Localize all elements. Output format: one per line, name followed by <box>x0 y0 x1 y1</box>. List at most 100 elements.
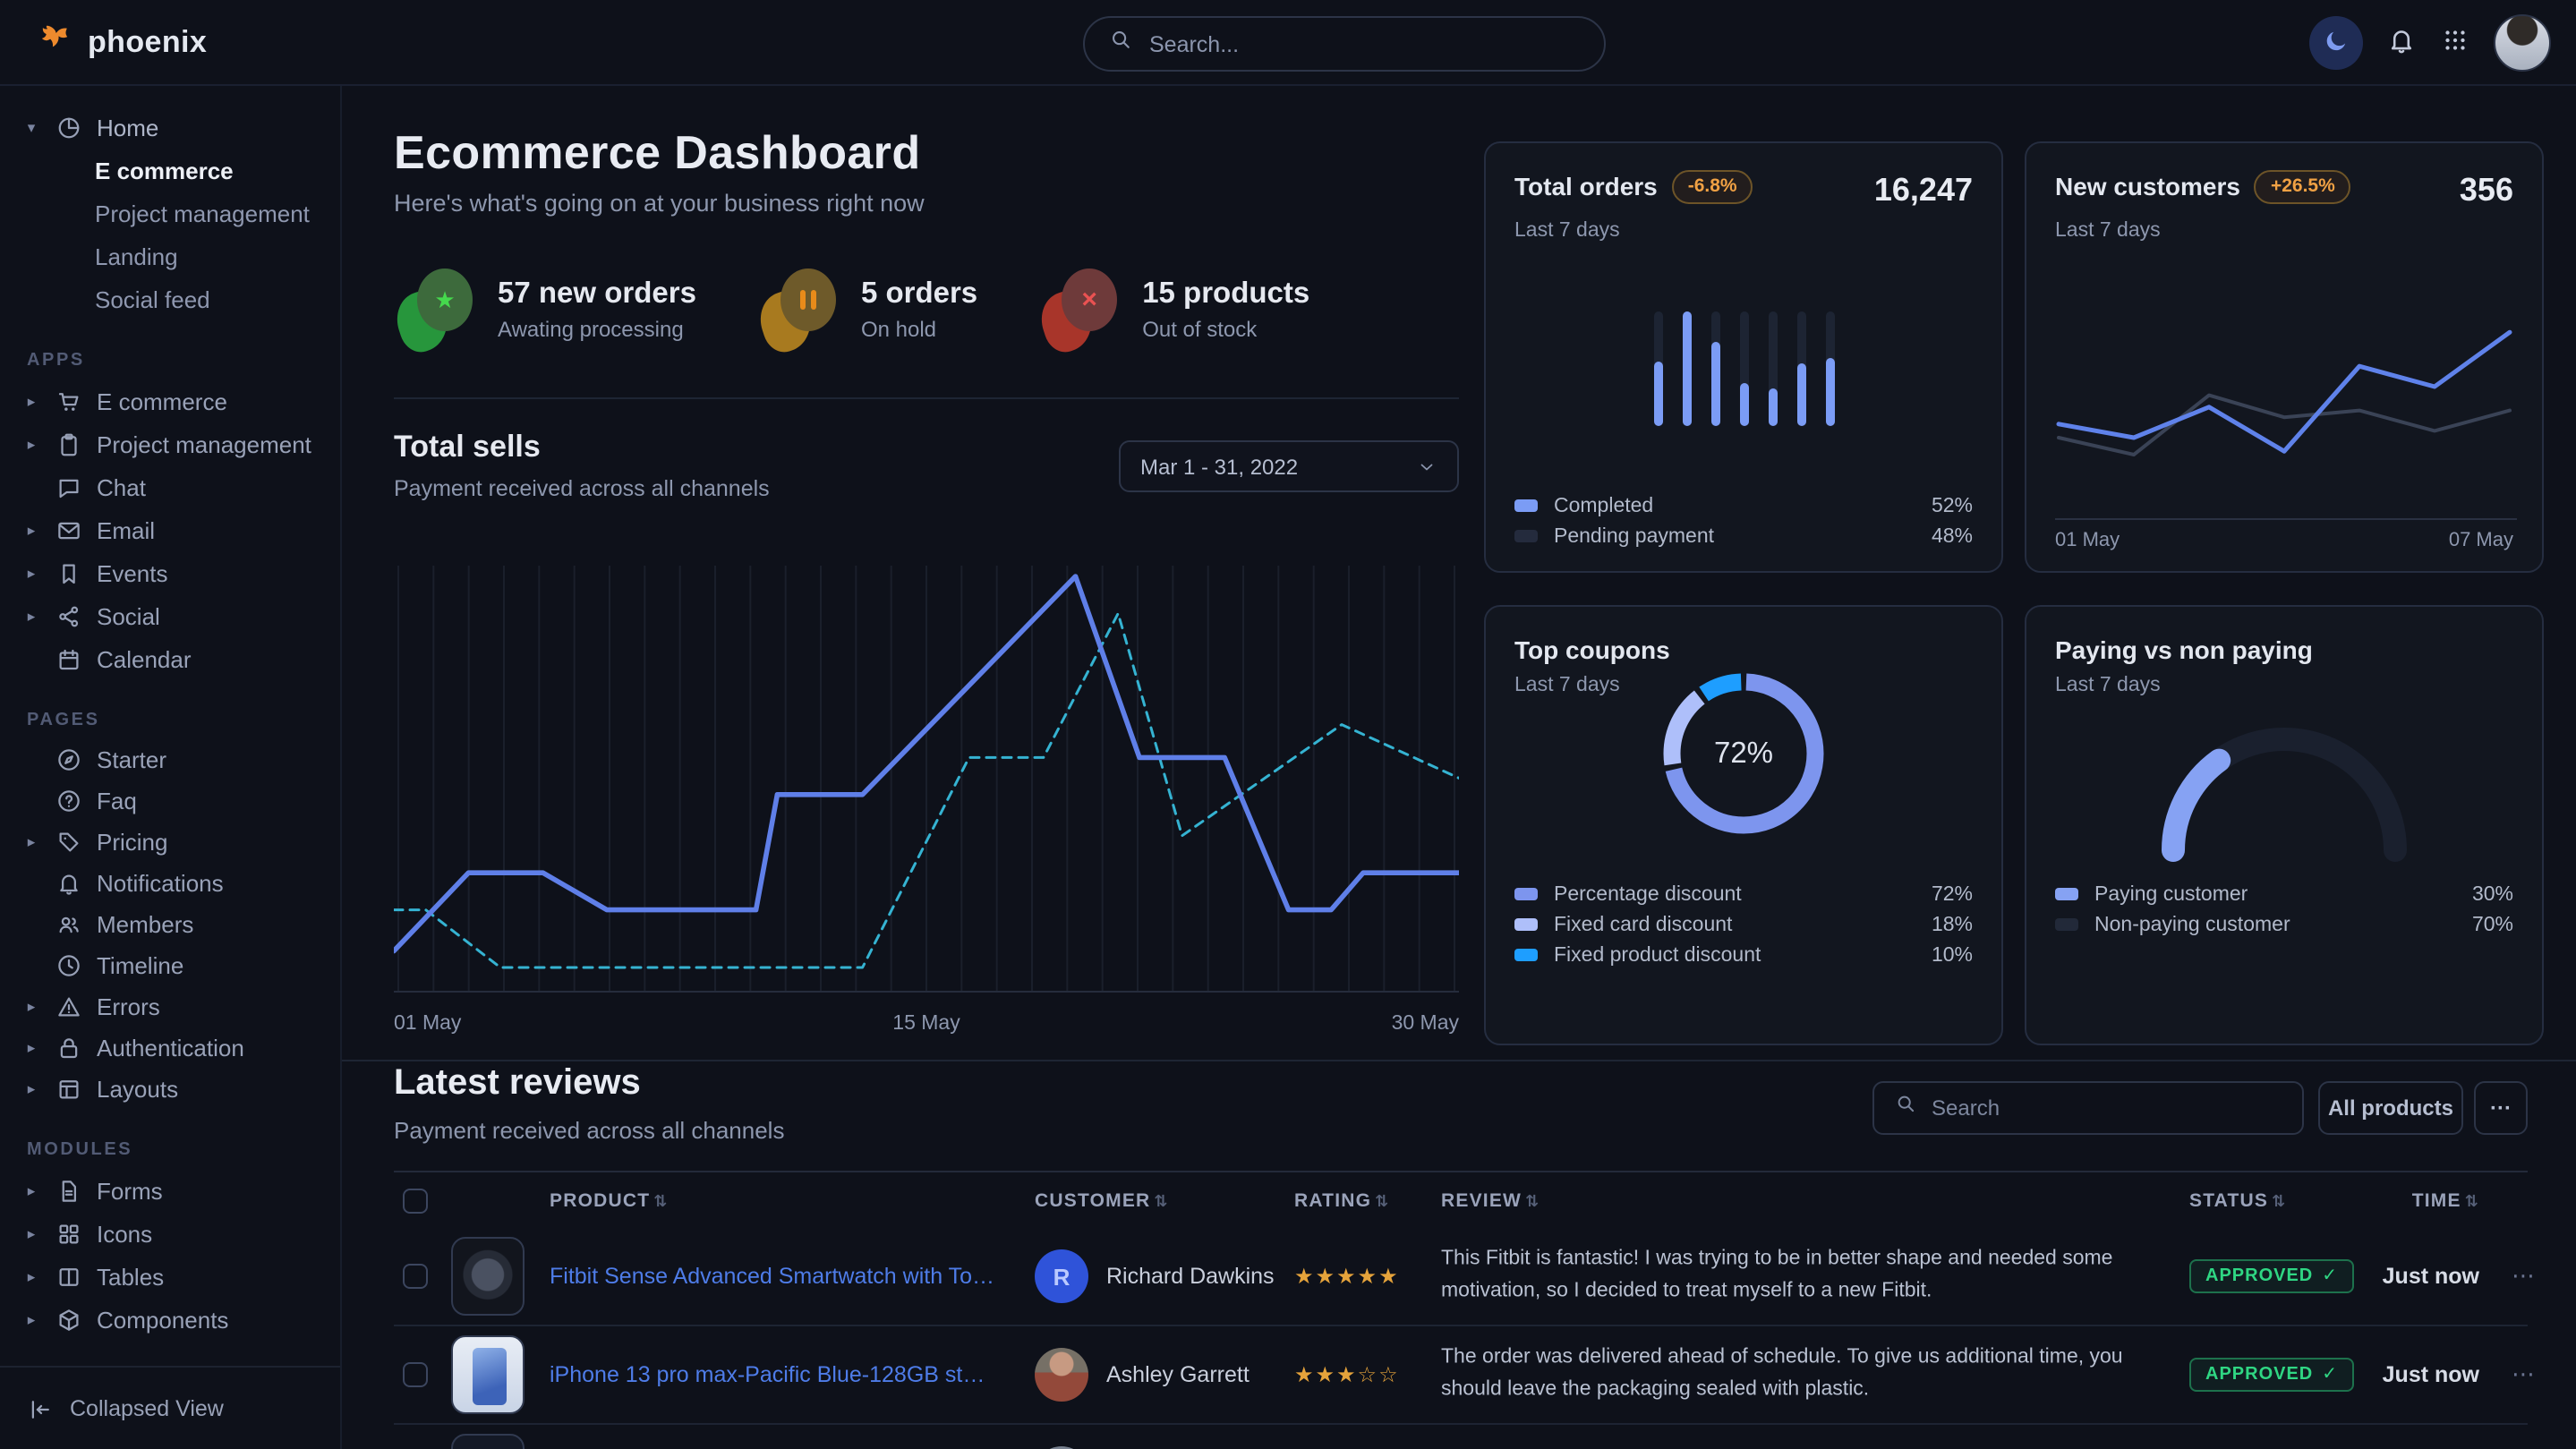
chat-icon <box>55 473 82 500</box>
column-header-time[interactable]: TIME⇅ <box>2336 1189 2479 1211</box>
sidebar-item-social-feed[interactable]: Social feed <box>0 277 340 320</box>
calendar-icon <box>55 645 82 672</box>
sidebar-item-members[interactable]: Members <box>0 904 340 945</box>
status-badge: APPROVED✓ <box>2189 1358 2354 1392</box>
sidebar-item-pricing[interactable]: ▸ Pricing <box>0 822 340 863</box>
sidebar-item-layouts[interactable]: ▸ Layouts <box>0 1069 340 1110</box>
sidebar-item-email[interactable]: ▸ Email <box>0 508 340 551</box>
file-icon <box>55 1177 82 1204</box>
column-header-customer[interactable]: CUSTOMER⇅ <box>1035 1189 1169 1211</box>
sidebar-item-events[interactable]: ▸ Events <box>0 551 340 594</box>
axis-label: 01 May <box>2055 530 2120 551</box>
review-time: Just now <box>2336 1264 2479 1289</box>
page-title: Ecommerce Dashboard <box>394 125 921 181</box>
navbar-search-input[interactable] <box>1149 31 1581 56</box>
share-icon <box>55 602 82 629</box>
sidebar-item-faq[interactable]: Faq <box>0 780 340 822</box>
sidebar-item-label: Starter <box>97 746 166 773</box>
product-link[interactable]: iPhone 13 pro max-Pacific Blue-128GB sto… <box>550 1362 997 1387</box>
sidebar-item-social[interactable]: ▸ Social <box>0 594 340 637</box>
stat-blob-icon: ★ <box>397 268 473 351</box>
legend-row: Paying customer 30% <box>2055 879 2513 909</box>
sidebar-item-label: Calendar <box>97 645 192 672</box>
clock-icon <box>55 952 82 979</box>
select-all-checkbox[interactable] <box>403 1188 428 1213</box>
sidebar-item-landing[interactable]: Landing <box>0 234 340 277</box>
sidebar-item-authentication[interactable]: ▸ Authentication <box>0 1027 340 1069</box>
sidebar-item-tables[interactable]: ▸ Tables <box>0 1255 340 1298</box>
order-bar <box>1710 311 1719 426</box>
sidebar-item-icons[interactable]: ▸ Icons <box>0 1212 340 1255</box>
x-icon: × <box>1081 285 1097 315</box>
sidebar-item-notifications[interactable]: Notifications <box>0 863 340 904</box>
stat-item: 5 orders On hold <box>761 268 977 351</box>
column-header-status[interactable]: STATUS⇅ <box>2189 1189 2286 1211</box>
sidebar-item-forms[interactable]: ▸ Forms <box>0 1169 340 1212</box>
reviews-more-button[interactable]: ··· <box>2474 1081 2528 1135</box>
sidebar-item-components[interactable]: ▸ Components <box>0 1298 340 1341</box>
sidebar-item-errors[interactable]: ▸ Errors <box>0 986 340 1027</box>
customer-name: Ashley Garrett <box>1106 1362 1250 1387</box>
all-products-button[interactable]: All products <box>2318 1081 2463 1135</box>
product-thumbnail <box>451 1335 525 1414</box>
legend-value: 10% <box>1932 944 1973 966</box>
sidebar-item-label: Notifications <box>97 870 224 897</box>
app-window: phoenix ▾ Home E commerce Project manage… <box>0 0 2576 1449</box>
total-orders-value: 16,247 <box>1874 172 1973 209</box>
sidebar-item-home[interactable]: ▾ Home <box>0 106 340 149</box>
sidebar-item-e-commerce[interactable]: ▸ E commerce <box>0 379 340 422</box>
product-link[interactable]: Fitbit Sense Advanced Smartwatch with To… <box>550 1264 997 1289</box>
sidebar-item-starter[interactable]: Starter <box>0 739 340 780</box>
profile-avatar[interactable] <box>2494 14 2551 72</box>
warning-icon <box>55 993 82 1020</box>
apps-grid-button[interactable] <box>2440 25 2470 61</box>
sidebar-item-label: E commerce <box>95 157 234 183</box>
reviews-search-input[interactable] <box>1932 1095 2282 1121</box>
sidebar-item-calendar[interactable]: Calendar <box>0 637 340 680</box>
sidebar-item-timeline[interactable]: Timeline <box>0 945 340 986</box>
clipboard-icon <box>55 430 82 457</box>
column-header-label: REVIEW <box>1441 1189 1522 1211</box>
row-checkbox[interactable] <box>403 1362 428 1387</box>
new-customers-period: Last 7 days <box>2055 220 2513 242</box>
bell-icon <box>2386 25 2417 55</box>
sidebar-item-e-commerce[interactable]: E commerce <box>0 149 340 192</box>
legend-label: Fixed card discount <box>1554 914 1732 935</box>
paying-legend: Paying customer 30% Non-paying customer … <box>2055 879 2513 940</box>
legend-value: 30% <box>2472 883 2513 905</box>
row-checkbox[interactable] <box>403 1264 428 1289</box>
sidebar-item-label: Tables <box>97 1263 164 1290</box>
notifications-button[interactable] <box>2386 25 2417 61</box>
cart-icon <box>55 388 82 414</box>
sidebar-item-chat[interactable]: Chat <box>0 465 340 508</box>
row-more-button[interactable]: ⋯ <box>2512 1262 2535 1291</box>
stat-blob-icon: × <box>1042 268 1117 351</box>
sidebar-item-label: Chat <box>97 473 146 500</box>
latest-reviews-title: Latest reviews <box>394 1063 641 1104</box>
caret-right-icon: ▸ <box>21 520 41 540</box>
date-range-select[interactable]: Mar 1 - 31, 2022 <box>1119 440 1459 492</box>
sidebar-item-label: Faq <box>97 788 137 814</box>
row-more-button[interactable]: ⋯ <box>2512 1360 2535 1389</box>
order-bar <box>1796 311 1805 426</box>
column-header-product[interactable]: PRODUCT⇅ <box>550 1189 669 1211</box>
sidebar-item-project-management[interactable]: Project management <box>0 192 340 234</box>
axis-label: 15 May <box>892 1013 960 1035</box>
total-orders-bar-chart <box>1486 311 2001 426</box>
column-header-rating[interactable]: RATING⇅ <box>1294 1189 1389 1211</box>
brand-logo[interactable]: phoenix <box>36 0 207 86</box>
column-header-review[interactable]: REVIEW⇅ <box>1441 1189 1540 1211</box>
legend-row: Fixed card discount 18% <box>1514 909 1973 940</box>
collapsed-view-label: Collapsed View <box>70 1396 224 1421</box>
legend-swatch <box>1514 530 1538 543</box>
sidebar-item-label: Landing <box>95 243 178 269</box>
collapsed-view-toggle[interactable]: Collapsed View <box>0 1366 340 1449</box>
theme-toggle-button[interactable] <box>2309 16 2363 70</box>
column-header-label: CUSTOMER <box>1035 1189 1150 1211</box>
navbar-search[interactable] <box>1083 16 1606 72</box>
axis-label: 07 May <box>2449 530 2513 551</box>
sidebar-item-project-management[interactable]: ▸ Project management <box>0 422 340 465</box>
stat-value: 5 orders <box>861 277 977 311</box>
reviews-search[interactable] <box>1872 1081 2304 1135</box>
legend-swatch <box>2055 888 2078 901</box>
